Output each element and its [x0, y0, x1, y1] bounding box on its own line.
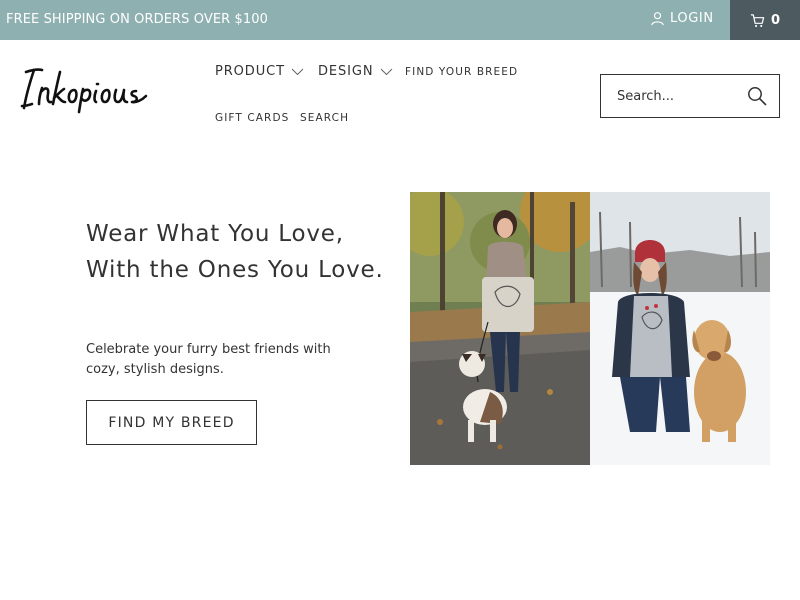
hero-subtitle: Celebrate your furry best friends with c…	[86, 342, 331, 377]
free-shipping-text: FREE SHIPPING ON ORDERS OVER $100	[6, 12, 269, 27]
nav-design[interactable]: DESIGN	[318, 64, 393, 79]
cart-button[interactable]: 0	[730, 0, 800, 40]
chevron-down-icon	[380, 68, 392, 75]
search-input[interactable]	[617, 88, 737, 104]
nav-product[interactable]: PRODUCT	[215, 64, 304, 79]
chevron-down-icon	[291, 68, 304, 75]
search-box	[600, 74, 780, 118]
hero-photo-snow	[590, 192, 770, 465]
cart-icon	[750, 13, 765, 27]
nav-search-label: SEARCH	[300, 112, 350, 124]
login-label: LOGIN	[670, 11, 714, 26]
nav-gift-cards[interactable]: GIFT CARDS	[215, 112, 289, 124]
user-icon	[651, 12, 664, 26]
brand-logo[interactable]	[20, 62, 180, 114]
nav-find-breed-label: FIND YOUR BREED	[405, 66, 519, 78]
search-icon[interactable]	[747, 86, 767, 106]
hero-photo-autumn	[410, 192, 590, 465]
announcement-bar: FREE SHIPPING ON ORDERS OVER $100 LOGIN …	[0, 0, 800, 40]
nav-design-label: DESIGN	[318, 64, 374, 79]
login-link[interactable]: LOGIN	[650, 11, 714, 26]
nav-gift-cards-label: GIFT CARDS	[215, 112, 290, 124]
hero-title: Wear What You Love, With the Ones You Lo…	[86, 221, 384, 283]
nav-find-your-breed[interactable]: FIND YOUR BREED	[405, 66, 518, 78]
find-my-breed-button[interactable]: FIND MY BREED	[86, 400, 257, 445]
nav-product-label: PRODUCT	[215, 64, 285, 79]
nav-search[interactable]: SEARCH	[300, 112, 349, 124]
cart-count: 0	[770, 12, 781, 28]
